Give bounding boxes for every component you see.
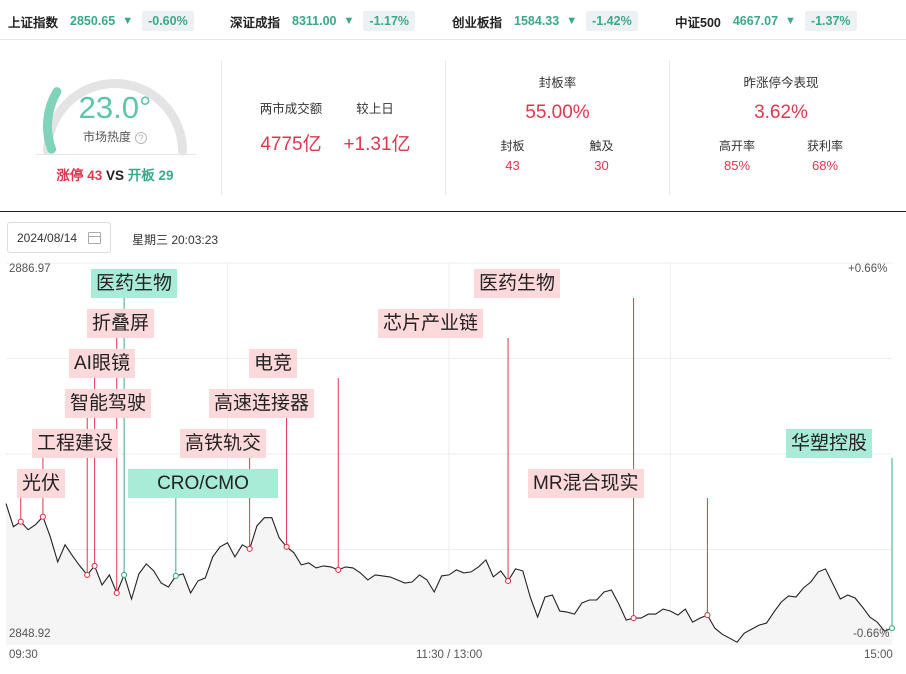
- event-tag[interactable]: MR混合现实: [528, 469, 644, 498]
- event-tag[interactable]: 华塑控股: [786, 429, 873, 458]
- divider: [669, 60, 670, 195]
- touched-label: 触及: [589, 139, 614, 153]
- event-marker: [704, 612, 711, 619]
- event-tag[interactable]: 智能驾驶: [65, 389, 152, 418]
- down-arrow-icon: ▼: [566, 15, 578, 27]
- event-tag[interactable]: 光伏: [17, 469, 66, 498]
- event-tag[interactable]: 工程建设: [32, 429, 119, 458]
- profit-value: 68%: [811, 158, 839, 173]
- broken-label: 开板: [127, 168, 155, 183]
- limit-up-count: 43: [87, 168, 103, 183]
- event-stems: [20, 298, 893, 629]
- sealed-value: 43: [505, 158, 520, 173]
- divider: [445, 60, 446, 195]
- date-picker[interactable]: 2024/08/14: [7, 222, 111, 253]
- yesterday-title: 昨涨停今表现: [743, 76, 819, 90]
- event-marker: [91, 562, 98, 569]
- index-name: 上证指数: [8, 15, 59, 30]
- seal-rate-value: 55.00%: [525, 102, 590, 123]
- down-arrow-icon: ▼: [343, 15, 355, 27]
- help-icon[interactable]: ?: [135, 131, 147, 144]
- y-max-label: 2886.97: [9, 263, 51, 275]
- index-value: 1584.33: [514, 14, 560, 28]
- index-bar: 上证指数 2850.65 ▼ -0.60% 深证成指 8311.00 ▼ -1.…: [0, 0, 906, 40]
- event-tag[interactable]: 高铁轨交: [180, 429, 267, 458]
- event-marker: [335, 566, 342, 573]
- event-marker: [84, 571, 91, 578]
- index-change-badge: -1.37%: [804, 11, 857, 31]
- heat-value: 23.0°: [78, 90, 152, 125]
- down-arrow-icon: ▼: [122, 15, 134, 27]
- sealed-label: 封板: [500, 139, 525, 153]
- event-tag[interactable]: CRO/CMO: [128, 469, 278, 498]
- limit-up-vs-broken: 涨停 43 VS 开板 29: [20, 164, 210, 184]
- index-change-badge: -1.17%: [363, 11, 416, 31]
- event-marker: [172, 572, 179, 579]
- event-tag[interactable]: 芯片产业链: [378, 309, 484, 338]
- profit-label: 获利率: [806, 139, 843, 153]
- index-value: 4667.07: [732, 14, 779, 28]
- turnover-label: 两市成交额: [259, 102, 323, 116]
- index-change-badge: -1.42%: [586, 11, 638, 31]
- index-name: 中证500: [675, 15, 721, 30]
- index-value: 8311.00: [292, 14, 337, 28]
- x-label-close: 15:00: [864, 649, 893, 661]
- heat-label: 市场热度: [82, 130, 131, 144]
- calendar-icon[interactable]: [88, 232, 101, 244]
- event-marker: [505, 577, 512, 584]
- event-marker: [888, 625, 896, 632]
- date-value: 2024/08/14: [17, 230, 78, 245]
- divider: [36, 154, 196, 155]
- index-name: 创业板指: [452, 15, 503, 30]
- event-tag[interactable]: 医药生物: [91, 269, 178, 298]
- event-marker: [246, 545, 253, 552]
- event-marker: [113, 589, 120, 597]
- open-high-label: 高开率: [718, 139, 755, 153]
- turnover-compare-value: +1.31亿: [343, 134, 411, 155]
- pct-max-label: +0.66%: [848, 263, 888, 275]
- open-high-value: 85%: [723, 158, 751, 173]
- index-item-shenzhen[interactable]: 深证成指 8311.00 ▼ -1.17%: [230, 11, 416, 31]
- event-tag[interactable]: 高速连接器: [209, 389, 315, 418]
- divider: [221, 60, 222, 195]
- pct-min-label: -0.66%: [853, 628, 890, 640]
- price-area: [6, 503, 892, 645]
- event-markers: [17, 513, 896, 632]
- vs-label: VS: [105, 168, 124, 183]
- x-label-open: 09:30: [9, 649, 38, 661]
- heat-label-row: 市场热度?: [40, 128, 190, 145]
- limit-up-label: 涨停: [56, 168, 84, 183]
- x-label-midday: 11:30 / 13:00: [416, 649, 483, 661]
- event-tag[interactable]: 折叠屏: [87, 309, 155, 338]
- y-min-label: 2848.92: [9, 628, 51, 640]
- event-marker: [283, 543, 290, 550]
- event-tag[interactable]: AI眼镜: [69, 349, 135, 378]
- market-summary-panel: 23.0° 市场热度? 涨停 43 VS 开板 29 两市成交额 较上日 477…: [0, 40, 906, 212]
- yesterday-value: 3.62%: [754, 102, 808, 123]
- event-marker: [39, 513, 46, 520]
- price-line: [5, 503, 893, 643]
- index-value: 2850.65: [70, 14, 116, 28]
- turnover-compare-label: 较上日: [356, 102, 394, 116]
- event-marker: [17, 518, 24, 525]
- index-item-shanghai[interactable]: 上证指数 2850.65 ▼ -0.60%: [8, 11, 194, 31]
- seal-rate-title: 封板率: [538, 76, 577, 90]
- weekday-time: 星期三 20:03:23: [132, 233, 219, 247]
- event-marker: [121, 571, 128, 578]
- turnover-value: 4775亿: [260, 134, 322, 155]
- event-tag[interactable]: 电竞: [249, 349, 298, 378]
- index-item-csi500[interactable]: 中证500 4667.07 ▼ -1.37%: [675, 11, 857, 31]
- index-item-chinext[interactable]: 创业板指 1584.33 ▼ -1.42%: [452, 11, 638, 31]
- index-change-badge: -0.60%: [142, 11, 194, 31]
- event-marker: [630, 615, 637, 622]
- index-name: 深证成指: [230, 15, 281, 30]
- down-arrow-icon: ▼: [785, 15, 796, 27]
- touched-value: 30: [594, 158, 609, 173]
- broken-count: 29: [158, 168, 174, 183]
- event-tag[interactable]: 医药生物: [474, 269, 561, 298]
